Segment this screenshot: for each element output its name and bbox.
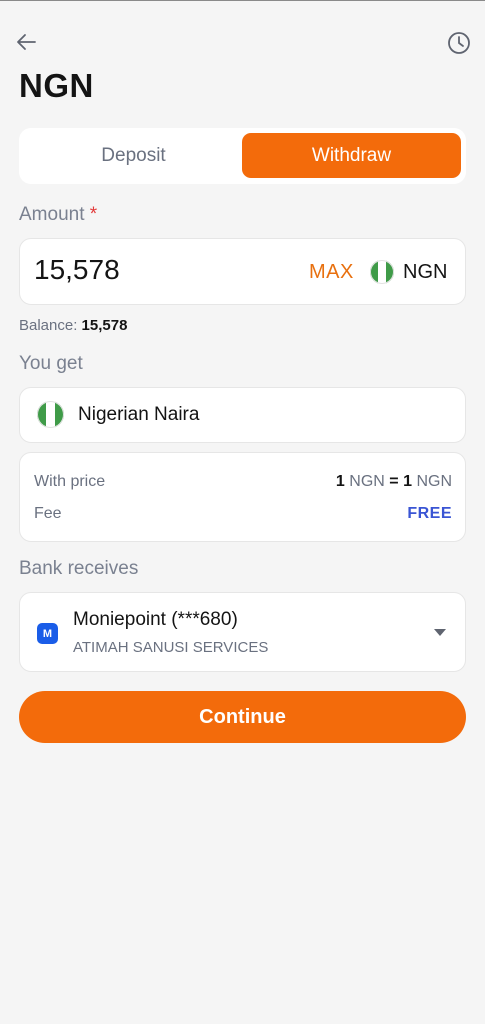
- balance-value: 15,578: [81, 317, 128, 334]
- receive-currency-name: Nigerian Naira: [78, 404, 200, 425]
- price-equals: =: [389, 473, 399, 490]
- nigeria-flag-icon: [370, 260, 394, 284]
- price-lhs-currency: NGN: [349, 473, 385, 490]
- price-rhs-currency: NGN: [416, 473, 452, 490]
- amount-input[interactable]: [34, 254, 264, 286]
- tab-deposit[interactable]: Deposit: [24, 133, 243, 178]
- price-details: With price 1 NGN = 1 NGN Fee FREE: [19, 452, 466, 542]
- price-rhs-amount: 1: [403, 473, 412, 490]
- bank-account-name: Moniepoint (***680): [73, 609, 238, 630]
- price-lhs-amount: 1: [335, 473, 345, 490]
- balance-row: Balance: 15,578: [19, 317, 127, 334]
- fee-label: Fee: [34, 505, 62, 522]
- required-mark: *: [89, 204, 98, 225]
- price-value: 1 NGN = 1 NGN: [336, 473, 452, 491]
- bank-account-holder: ATIMAH SANUSI SERVICES: [73, 639, 269, 656]
- bank-receives-label: Bank receives: [19, 558, 139, 579]
- bank-selector[interactable]: M Moniepoint (***680) ATIMAH SANUSI SERV…: [19, 592, 466, 672]
- receive-currency-field: Nigerian Naira: [19, 387, 466, 443]
- back-arrow-icon[interactable]: [14, 31, 38, 53]
- page-title: NGN: [19, 67, 94, 104]
- price-label: With price: [34, 473, 106, 490]
- deposit-withdraw-tabs: Deposit Withdraw: [19, 128, 466, 184]
- max-button[interactable]: MAX: [309, 261, 354, 284]
- history-clock-icon[interactable]: [446, 30, 472, 56]
- you-get-label: You get: [19, 353, 83, 374]
- continue-button[interactable]: Continue: [19, 691, 466, 743]
- chevron-down-icon[interactable]: [433, 627, 447, 637]
- amount-field: MAX NGN: [19, 238, 466, 305]
- moniepoint-logo-icon: M: [37, 623, 58, 644]
- amount-label-text: Amount: [19, 204, 85, 225]
- amount-currency: NGN: [403, 261, 448, 283]
- tab-withdraw[interactable]: Withdraw: [242, 133, 461, 178]
- fee-value: FREE: [407, 505, 452, 522]
- nigeria-flag-icon: [37, 401, 64, 428]
- balance-label: Balance:: [19, 317, 78, 334]
- amount-label: Amount *: [19, 204, 97, 226]
